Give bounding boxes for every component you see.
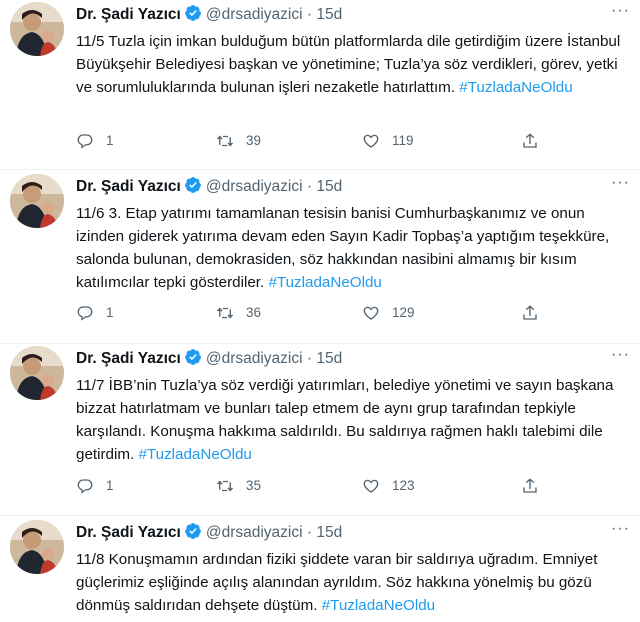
share-button[interactable]: [521, 302, 551, 324]
like-button[interactable]: 129: [362, 302, 415, 324]
tweet-actions: 1 36 129: [76, 302, 546, 324]
retweet-icon: [216, 135, 234, 147]
share-button[interactable]: [521, 475, 551, 497]
tweet[interactable]: Dr. Şadi Yazıcı @drsadiyazici · 15d ··· 1…: [0, 518, 640, 622]
retweet-button[interactable]: 35: [216, 475, 261, 497]
reply-button[interactable]: 1: [76, 475, 114, 497]
retweet-count: 36: [246, 305, 262, 320]
reply-icon: [77, 479, 93, 494]
tweet-header: Dr. Şadi Yazıcı @drsadiyazici · 15d: [76, 348, 630, 370]
tweet-header: Dr. Şadi Yazıcı @drsadiyazici · 15d: [76, 522, 630, 544]
retweet-count: 35: [246, 478, 262, 493]
hashtag-link[interactable]: #TuzladaNeOldu: [459, 79, 572, 96]
avatar[interactable]: [10, 2, 64, 56]
author-name[interactable]: Dr. Şadi Yazıcı: [76, 178, 181, 195]
reply-icon: [77, 306, 93, 321]
more-icon[interactable]: ···: [611, 174, 630, 192]
author-handle[interactable]: @drsadiyazici: [206, 524, 303, 541]
avatar[interactable]: [10, 174, 64, 228]
tweet[interactable]: Dr. Şadi Yazıcı @drsadiyazici · 15d ··· 1…: [0, 172, 640, 344]
hashtag-link[interactable]: #TuzladaNeOldu: [322, 597, 435, 614]
avatar[interactable]: [10, 520, 64, 574]
heart-icon: [363, 479, 379, 493]
retweet-count: 39: [246, 133, 262, 148]
verified-badge-icon: [184, 522, 202, 547]
more-icon[interactable]: ···: [611, 520, 630, 538]
tweet-time[interactable]: 15d: [316, 350, 342, 367]
reply-icon: [77, 134, 93, 149]
heart-icon: [363, 134, 379, 148]
more-icon[interactable]: ···: [611, 2, 630, 20]
author-handle[interactable]: @drsadiyazici: [206, 350, 303, 367]
retweet-button[interactable]: 39: [216, 130, 261, 152]
verified-badge-icon: [184, 348, 202, 373]
separator-dot: ·: [306, 350, 313, 367]
like-button[interactable]: 119: [362, 130, 414, 152]
tweet-text: 11/5 Tuzla için imkan bulduğum bütün pla…: [76, 30, 636, 99]
tweet-text: 11/8 Konuşmamın ardından fiziki şiddete …: [76, 548, 636, 617]
tweet-header: Dr. Şadi Yazıcı @drsadiyazici · 15d: [76, 176, 630, 198]
author-name[interactable]: Dr. Şadi Yazıcı: [76, 350, 181, 367]
tweet-time[interactable]: 15d: [316, 524, 342, 541]
hashtag-link[interactable]: #TuzladaNeOldu: [138, 446, 251, 463]
like-button[interactable]: 123: [362, 475, 415, 497]
retweet-icon: [216, 480, 234, 492]
tweet[interactable]: Dr. Şadi Yazıcı @drsadiyazici · 15d ··· 1…: [0, 344, 640, 516]
author-handle[interactable]: @drsadiyazici: [206, 178, 303, 195]
tweet[interactable]: Dr. Şadi Yazıcı @drsadiyazici · 15d ··· 1…: [0, 0, 640, 170]
tweet-text: 11/6 3. Etap yatırımı tamamlanan tesisin…: [76, 202, 636, 294]
tweet-thread: Dr. Şadi Yazıcı @drsadiyazici · 15d ··· 1…: [0, 0, 640, 622]
share-icon: [523, 478, 537, 493]
hashtag-link[interactable]: #TuzladaNeOldu: [268, 274, 381, 291]
separator-dot: ·: [306, 178, 313, 195]
share-icon: [523, 133, 537, 148]
tweet-time[interactable]: 15d: [316, 178, 342, 195]
separator-dot: ·: [306, 6, 313, 23]
like-count: 129: [392, 305, 415, 320]
reply-count: 1: [106, 133, 114, 148]
reply-count: 1: [106, 305, 114, 320]
retweet-icon: [216, 307, 234, 319]
share-button[interactable]: [521, 130, 551, 152]
verified-badge-icon: [184, 176, 202, 201]
verified-badge-icon: [184, 4, 202, 29]
more-icon[interactable]: ···: [611, 346, 630, 364]
share-icon: [523, 305, 537, 320]
separator-dot: ·: [306, 524, 313, 541]
retweet-button[interactable]: 36: [216, 302, 261, 324]
like-count: 119: [392, 133, 414, 148]
heart-icon: [363, 306, 379, 320]
tweet-text: 11/7 İBB’nin Tuzla’ya söz verdiği yatırı…: [76, 374, 636, 466]
tweet-actions: 1 39 119: [76, 130, 546, 152]
tweet-actions: 1 35 123: [76, 475, 546, 497]
avatar[interactable]: [10, 346, 64, 400]
like-count: 123: [392, 478, 415, 493]
author-name[interactable]: Dr. Şadi Yazıcı: [76, 6, 181, 23]
author-name[interactable]: Dr. Şadi Yazıcı: [76, 524, 181, 541]
tweet-header: Dr. Şadi Yazıcı @drsadiyazici · 15d: [76, 4, 630, 26]
reply-button[interactable]: 1: [76, 130, 114, 152]
author-handle[interactable]: @drsadiyazici: [206, 6, 303, 23]
tweet-time[interactable]: 15d: [316, 6, 342, 23]
reply-count: 1: [106, 478, 114, 493]
reply-button[interactable]: 1: [76, 302, 114, 324]
